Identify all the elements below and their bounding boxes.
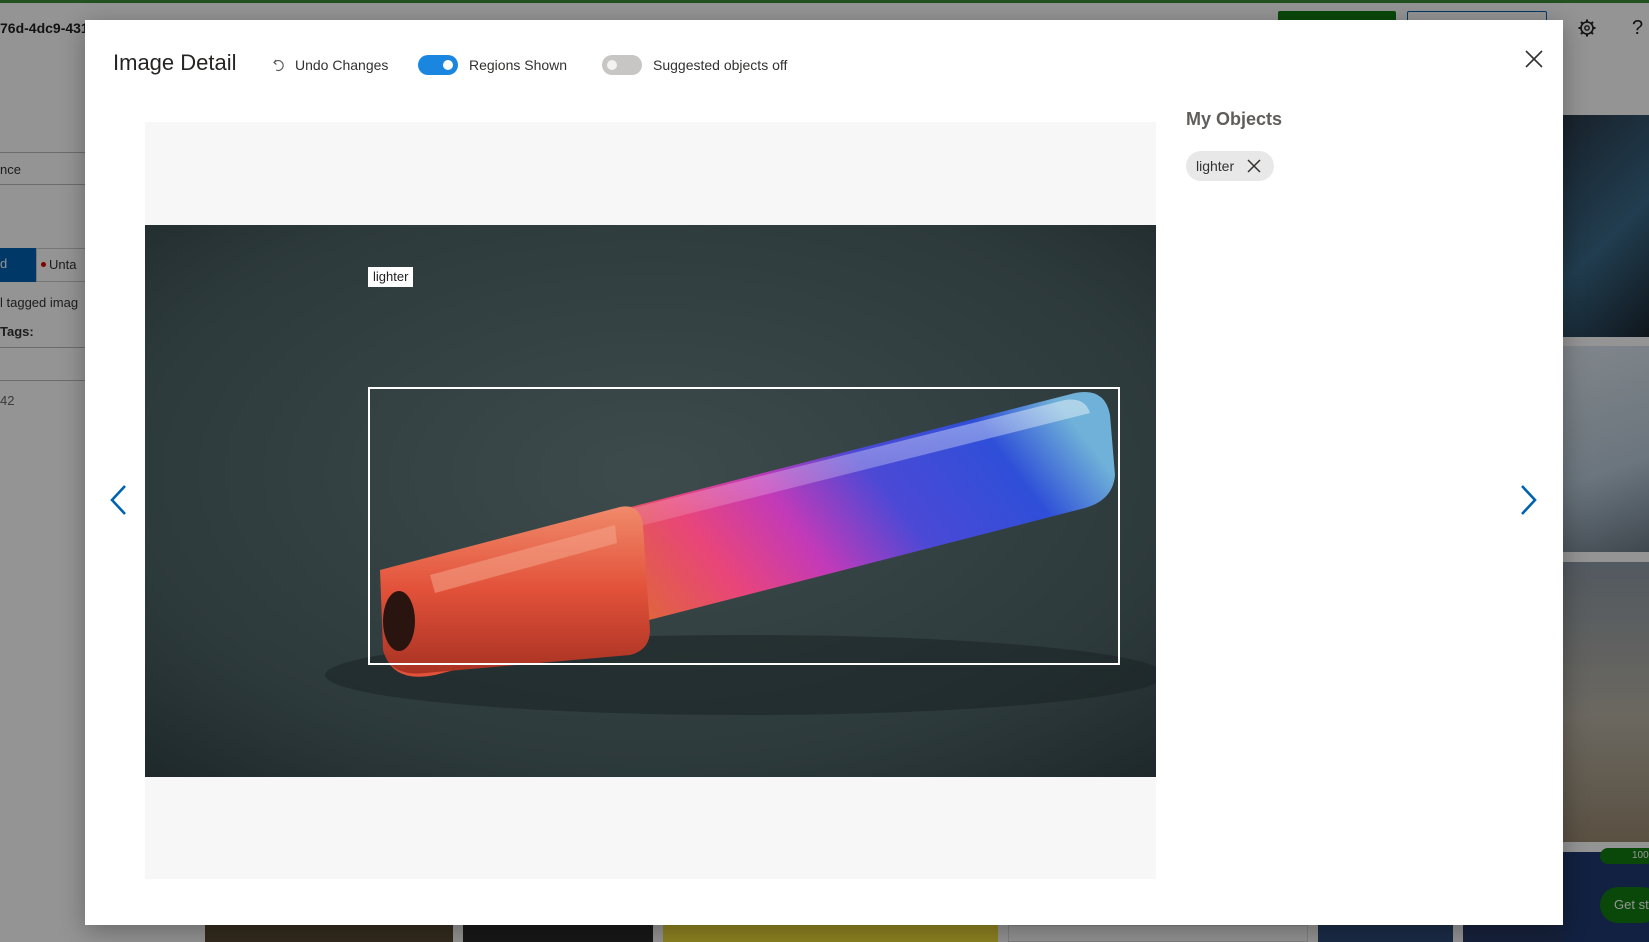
next-image-chevron-right-icon[interactable]	[1516, 482, 1540, 518]
object-tag-chip[interactable]: lighter	[1186, 151, 1275, 181]
object-tag-label: lighter	[1196, 158, 1235, 174]
undo-changes-label: Undo Changes	[295, 57, 389, 73]
undo-changes-button[interactable]: Undo Changes	[271, 53, 388, 77]
suggested-toggle-switch[interactable]	[602, 55, 642, 75]
toggle-knob	[607, 60, 617, 70]
image-canvas: lighter	[145, 122, 1156, 879]
toggle-knob	[443, 60, 453, 70]
regions-toggle-switch[interactable]	[418, 55, 458, 75]
undo-icon	[273, 59, 284, 72]
regions-shown-toggle[interactable]: Regions Shown	[418, 52, 567, 78]
my-objects-heading: My Objects	[1186, 109, 1283, 129]
remove-tag-close-icon[interactable]	[1246, 158, 1262, 174]
suggested-toggle-label: Suggested objects off	[653, 57, 788, 73]
regions-toggle-label: Regions Shown	[469, 57, 568, 73]
region-bounding-box[interactable]	[368, 387, 1120, 665]
dialog-title: Image Detail	[113, 50, 237, 75]
image-detail-dialog: Image Detail Undo Changes Regions Shown …	[85, 20, 1563, 925]
previous-image-chevron-left-icon[interactable]	[107, 482, 131, 518]
close-icon[interactable]	[1522, 47, 1546, 71]
suggested-objects-toggle[interactable]: Suggested objects off	[602, 52, 787, 78]
region-label[interactable]: lighter	[368, 267, 414, 287]
